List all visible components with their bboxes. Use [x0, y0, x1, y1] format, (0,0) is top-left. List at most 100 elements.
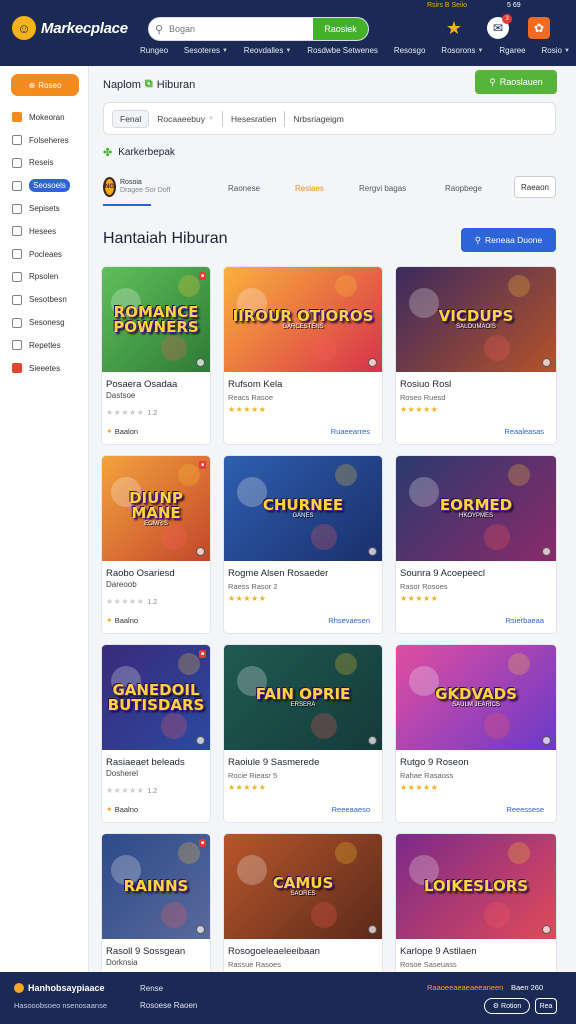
page-title-button[interactable]: ⚲ Reneaa Duone [461, 228, 556, 252]
game-thumbnail[interactable]: ROMANCE POWNERS ■ [102, 267, 210, 372]
game-thumbnail[interactable]: DIUNP MANE EOMRIS ■ [102, 456, 210, 561]
play-icon[interactable] [368, 925, 377, 934]
game-thumbnail[interactable]: FAIN OPRIE ERSERA [224, 645, 382, 750]
filter-option[interactable]: Nrbsriageigm [293, 114, 344, 124]
play-icon[interactable] [542, 358, 551, 367]
add-button[interactable]: ⚲ Raoslauen [475, 70, 557, 94]
footer-small-button[interactable]: Rea [535, 998, 557, 1014]
game-card[interactable]: LOIKESLORS Karlope 9 Astilaen Rosoe Saseua… [395, 833, 557, 974]
play-icon[interactable] [196, 736, 205, 745]
sidebar-item[interactable]: Pocleaes [12, 243, 86, 266]
brand[interactable]: ☺ Markecplace [12, 16, 128, 40]
game-title[interactable]: Rogme Alsen Rosaeder [228, 568, 378, 579]
game-card[interactable]: RAINNS ■ Rasoll 9 Sossgean Dorknsia [101, 833, 211, 974]
game-thumbnail[interactable]: GANEDOIL BUTISDARS ■ [102, 645, 210, 750]
footer-brand[interactable]: Hanhobsaypiaace [14, 983, 105, 993]
sidebar-item[interactable]: Sieeetes [12, 357, 86, 380]
game-card[interactable]: GKDVADS SAULM JEARICS Rutgo 9 Roseon Rahae … [395, 644, 557, 823]
game-card[interactable]: EORMED HKOYPMES Sounra 9 Acoepeecl Rasor Ro… [395, 455, 557, 634]
topnav-item[interactable]: Rgaree [499, 46, 525, 55]
tab-featured[interactable]: NG Rosoia Dragee Sor Doff [103, 170, 170, 206]
sidebar-item[interactable]: Repetles [12, 334, 86, 357]
play-icon[interactable] [196, 547, 205, 556]
game-title[interactable]: Posaera Osadaa Dastsoe [106, 379, 210, 401]
topnav-item[interactable]: Rosorons ▼ [441, 46, 483, 55]
play-icon[interactable] [368, 547, 377, 556]
game-card[interactable]: DIUNP MANE EOMRIS ■ Raobo Osariesd Dareoob ★★… [101, 455, 211, 634]
play-icon[interactable] [542, 736, 551, 745]
breadcrumb-item[interactable]: Naplom [103, 79, 141, 91]
topnav-item[interactable]: Reovdalles ▼ [244, 46, 292, 55]
play-icon[interactable] [368, 736, 377, 745]
tab-action-button[interactable]: Raeaon [514, 176, 556, 198]
game-title[interactable]: Rufsom Kela [228, 379, 378, 390]
star-icon[interactable]: ★ [443, 17, 465, 39]
game-card[interactable]: IIROUR OTIOROS GARCESTENS Rufsom Kela Reacs… [223, 266, 383, 445]
game-title[interactable]: Sounra 9 Acoepeecl [400, 568, 550, 579]
sidebar-item[interactable]: Mokeoran [12, 106, 86, 129]
footer-link[interactable]: Rense [140, 984, 163, 993]
card-action-link[interactable]: Rhsevaesen [328, 616, 370, 625]
search-button[interactable]: Raosiek [313, 18, 368, 40]
play-icon[interactable] [196, 358, 205, 367]
tab-item-active[interactable]: Resiaes [295, 184, 324, 193]
footer-pill-button[interactable]: ⚙ Rotion [484, 998, 530, 1014]
breadcrumb-item[interactable]: Hiburan [157, 79, 196, 91]
gift-icon[interactable]: ✿ [528, 17, 550, 39]
game-card[interactable]: ROMANCE POWNERS ■ Posaera Osadaa Dastsoe ★★★… [101, 266, 211, 445]
game-card[interactable]: GANEDOIL BUTISDARS ■ Rasiaeaet beleads Dosh… [101, 644, 211, 823]
play-icon[interactable] [196, 925, 205, 934]
game-title[interactable]: Raoiule 9 Sasmerede [228, 757, 378, 768]
tab-item[interactable]: Raonese [228, 184, 260, 193]
tab-item[interactable]: Raopbege [445, 184, 482, 193]
chat-icon[interactable]: ✉ 3 [487, 14, 512, 39]
sidebar-item[interactable]: Hesees [12, 220, 86, 243]
play-icon[interactable] [542, 925, 551, 934]
card-action-link[interactable]: Reeessese [506, 805, 544, 814]
sidebar-cta-button[interactable]: ⊕ Roseo [11, 74, 79, 96]
game-card[interactable]: VICDUPS SALOUMAOIS Rosiuo Rosl Roseo Ruesd ★… [395, 266, 557, 445]
filter-chip[interactable]: Fenal [112, 109, 150, 128]
filter-option[interactable]: Hesesratien [231, 114, 276, 124]
game-thumbnail[interactable]: CAMUS SAORES [224, 834, 382, 939]
tab-item[interactable]: Rergvi bagas [359, 184, 406, 193]
game-thumbnail[interactable]: LOIKESLORS [396, 834, 556, 939]
sidebar-item[interactable]: Sesonesg [12, 311, 86, 334]
sidebar-item[interactable]: Seosoels [12, 174, 86, 197]
card-publisher[interactable]: ✦ Baalno [106, 616, 138, 625]
footer-link[interactable]: Rosoese Raoen [140, 1001, 197, 1010]
sidebar-item[interactable]: Sesotbesn [12, 288, 86, 311]
card-publisher[interactable]: ✦ Baalon [106, 427, 138, 436]
topnav-item[interactable]: Rungeo [140, 46, 168, 55]
game-thumbnail[interactable]: VICDUPS SALOUMAOIS [396, 267, 556, 372]
card-action-link[interactable]: Ruaeearres [331, 427, 370, 436]
game-title[interactable]: Rasiaeaet beleads Dosherel [106, 757, 210, 779]
game-title[interactable]: Rosogoeleaeleeibaan [228, 946, 378, 957]
card-publisher[interactable]: ✦ Baalno [106, 805, 138, 814]
game-title[interactable]: Rasoll 9 Sossgean Dorknsia [106, 946, 210, 968]
game-card[interactable]: FAIN OPRIE ERSERA Raoiule 9 Sasmerede Rocie… [223, 644, 383, 823]
filter-select[interactable]: Rocaaeebuy ▼ [157, 114, 214, 124]
topnav-item[interactable]: Rosdwbe Setwenes [307, 46, 378, 55]
game-card[interactable]: CHURNEE GANES Rogme Alsen Rosaeder Raess Ra… [223, 455, 383, 634]
card-action-link[interactable]: Reaaleasas [504, 427, 544, 436]
game-thumbnail[interactable]: EORMED HKOYPMES [396, 456, 556, 561]
game-card[interactable]: CAMUS SAORES Rosogoeleaeleeibaan Rassue Ras… [223, 833, 383, 974]
game-thumbnail[interactable]: IIROUR OTIOROS GARCESTENS [224, 267, 382, 372]
game-thumbnail[interactable]: CHURNEE GANES [224, 456, 382, 561]
game-title[interactable]: Rosiuo Rosl [400, 379, 550, 390]
game-thumbnail[interactable]: GKDVADS SAULM JEARICS [396, 645, 556, 750]
game-title[interactable]: Rutgo 9 Roseon [400, 757, 550, 768]
search-input[interactable] [169, 24, 313, 34]
sidebar-item[interactable]: Sepisets [12, 197, 86, 220]
sidebar-item[interactable]: Rpsolen [12, 266, 86, 289]
topnav-item[interactable]: Resosgo [394, 46, 426, 55]
card-action-link[interactable]: Reeeaaeso [332, 805, 370, 814]
play-icon[interactable] [542, 547, 551, 556]
topnav-item[interactable]: Rosio ▼ [542, 46, 570, 55]
game-title[interactable]: Karlope 9 Astilaen [400, 946, 550, 957]
sidebar-item[interactable]: Folseheres [12, 129, 86, 152]
sidebar-item[interactable]: Reseis [12, 152, 86, 175]
play-icon[interactable] [368, 358, 377, 367]
card-action-link[interactable]: Rsierbaeaa [506, 616, 544, 625]
